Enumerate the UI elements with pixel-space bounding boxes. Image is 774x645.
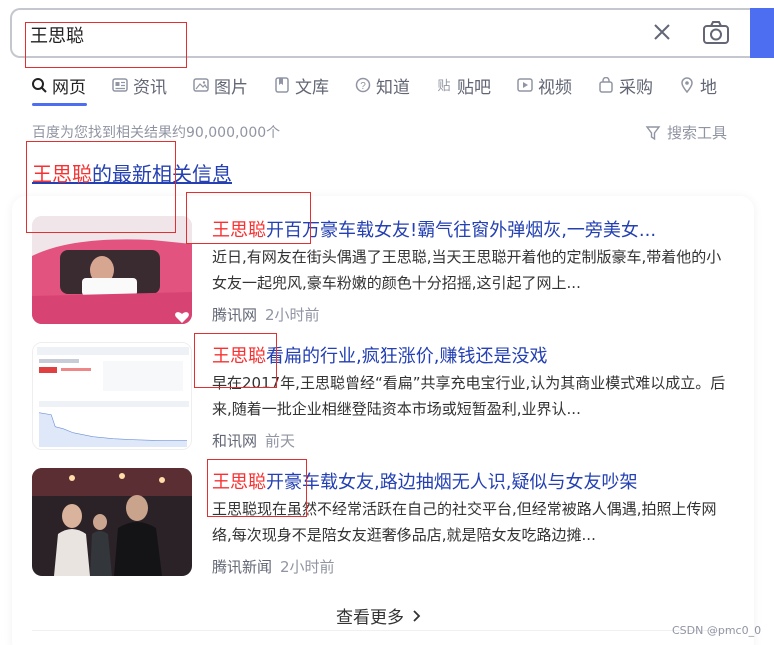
search-box[interactable]: 王思聪 (10, 8, 755, 58)
news-source[interactable]: 腾讯网 (212, 306, 257, 324)
news-item-summary: 王思聪现在虽然不经常活跃在自己的社交平台,但经常被路人偶遇,拍照上传网络,每次现… (212, 500, 717, 544)
tab-label: 贴吧 (457, 77, 491, 98)
filter-icon (645, 125, 661, 140)
camera-icon[interactable] (702, 20, 730, 46)
news-title-rest: 的最新相关信息 (92, 162, 232, 186)
result-count: 百度为您找到相关结果约90,000,000个 (32, 125, 281, 141)
news-item-summary: 近日,有网友在街头偶遇了王思聪,当天王思聪开着他的定制版豪车,带着他的小女友一起… (212, 248, 722, 292)
title-highlight: 王思聪 (212, 220, 266, 241)
active-tab-indicator (32, 103, 87, 106)
search-input[interactable]: 王思聪 (30, 22, 84, 48)
tab-images[interactable]: 图片 (192, 72, 248, 98)
tab-video[interactable]: 视频 (516, 72, 572, 98)
tab-library[interactable]: 文库 (273, 72, 329, 98)
news-section-title[interactable]: 王思聪的最新相关信息 (32, 158, 232, 187)
search-tools-label: 搜索工具 (667, 124, 728, 142)
question-icon: ? (354, 76, 372, 94)
title-rest: 开豪车载女友,路边抽烟无人识,疑似与女友吵架 (266, 472, 638, 493)
title-highlight: 王思聪 (212, 346, 266, 367)
search-button[interactable] (750, 8, 774, 58)
tab-label: 文库 (295, 77, 329, 98)
svg-text:?: ? (360, 81, 366, 92)
title-highlight: 王思聪 (212, 472, 266, 493)
news-item-meta: 腾讯网 2小时前 (212, 304, 320, 325)
news-time: 2小时前 (280, 558, 335, 576)
news-item[interactable]: 王思聪开百万豪车载女友!霸气往窗外弹烟灰,一旁美女... 近日,有网友在街头偶遇… (32, 216, 752, 324)
tab-zhidao[interactable]: ? 知道 (354, 72, 410, 98)
news-item-meta: 腾讯新闻 2小时前 (212, 556, 335, 577)
tab-label: 图片 (214, 77, 248, 98)
view-more-label: 查看更多 (336, 608, 404, 628)
search-tabs: 网页 资讯 图片 文库 ? 知道 贴 贴吧 视频 采购 地 (30, 72, 742, 98)
tab-news[interactable]: 资讯 (111, 72, 167, 98)
search-tools-button[interactable]: 搜索工具 (645, 122, 727, 143)
divider (32, 630, 732, 631)
title-rest: 看扁的行业,疯狂涨价,赚钱还是没戏 (266, 346, 548, 367)
news-item-summary: 早在2017年,王思聪曾经“看扁”共享充电宝行业,认为其商业模式难以成立。后来,… (212, 374, 726, 418)
tab-map[interactable]: 地 (678, 72, 717, 98)
search-icon (30, 76, 48, 94)
news-source[interactable]: 和讯网 (212, 432, 257, 450)
news-thumbnail[interactable] (32, 216, 192, 324)
news-item[interactable]: 王思聪开豪车载女友,路边抽烟无人识,疑似与女友吵架 王思聪现在虽然不经常活跃在自… (32, 468, 752, 576)
tab-web[interactable]: 网页 (30, 72, 86, 98)
title-rest: 开百万豪车载女友!霸气往窗外弹烟灰,一旁美女... (266, 220, 657, 241)
video-icon (516, 76, 534, 94)
news-icon (111, 76, 129, 94)
tab-label: 资讯 (133, 77, 167, 98)
shopping-bag-icon (597, 76, 615, 94)
news-time: 前天 (265, 432, 296, 450)
news-time: 2小时前 (265, 306, 320, 324)
tab-purchase[interactable]: 采购 (597, 72, 653, 98)
news-item-meta: 和讯网 前天 (212, 430, 295, 451)
tab-label: 网页 (52, 77, 86, 98)
tab-label: 地 (700, 77, 717, 98)
document-icon (273, 76, 291, 94)
close-icon[interactable] (650, 20, 674, 44)
view-more-button[interactable]: 查看更多 (336, 603, 424, 628)
tab-tieba[interactable]: 贴 贴吧 (435, 72, 491, 98)
news-item-title[interactable]: 王思聪开豪车载女友,路边抽烟无人识,疑似与女友吵架 (212, 468, 637, 494)
chevron-right-icon (413, 609, 421, 622)
news-thumbnail[interactable] (32, 342, 192, 450)
watermark: CSDN @pmc0_0 (672, 624, 762, 637)
news-title-highlight: 王思聪 (32, 162, 92, 186)
news-item-title[interactable]: 王思聪开百万豪车载女友!霸气往窗外弹烟灰,一旁美女... (212, 216, 656, 242)
news-item[interactable]: 王思聪看扁的行业,疯狂涨价,赚钱还是没戏 早在2017年,王思聪曾经“看扁”共享… (32, 342, 752, 450)
map-icon (678, 76, 696, 94)
svg-text:贴: 贴 (437, 79, 450, 93)
news-thumbnail[interactable] (32, 468, 192, 576)
tab-label: 视频 (538, 77, 572, 98)
image-icon (192, 76, 210, 94)
tab-label: 知道 (376, 77, 410, 98)
tab-label: 采购 (619, 77, 653, 98)
news-item-title[interactable]: 王思聪看扁的行业,疯狂涨价,赚钱还是没戏 (212, 342, 547, 368)
tieba-icon: 贴 (435, 76, 453, 94)
news-source[interactable]: 腾讯新闻 (212, 558, 272, 576)
